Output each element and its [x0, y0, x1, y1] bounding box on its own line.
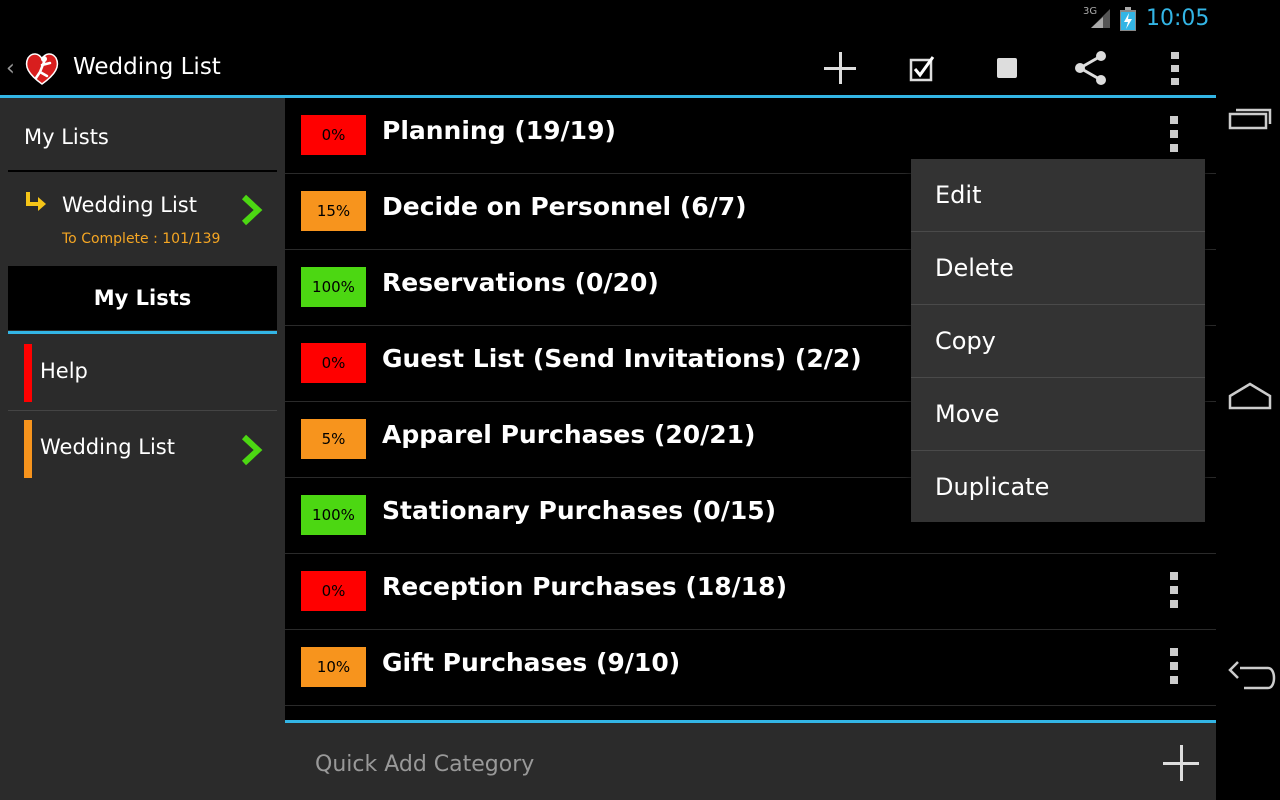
network-signal-icon: 3G [1083, 6, 1111, 30]
sidebar-item-label: Help [40, 359, 88, 383]
category-title: Reception Purchases (18/18) [382, 572, 787, 601]
menu-item-edit[interactable]: Edit [911, 159, 1205, 232]
sidebar-header: My Lists [24, 125, 109, 149]
menu-item-duplicate[interactable]: Duplicate [911, 451, 1205, 524]
check-all-button[interactable] [901, 46, 945, 90]
uncheck-all-button[interactable] [985, 46, 1029, 90]
progress-badge: 0% [301, 115, 366, 155]
tab-indicator [8, 331, 277, 334]
recent-apps-icon[interactable] [1224, 96, 1276, 144]
tab-label: My Lists [93, 286, 192, 310]
overflow-menu-button[interactable] [1153, 46, 1197, 90]
category-title: Planning (19/19) [382, 116, 616, 145]
progress-badge: 5% [301, 419, 366, 459]
current-list-progress: To Complete : 101/139 [62, 231, 221, 247]
system-nav-bar [1216, 0, 1280, 800]
menu-item-copy[interactable]: Copy [911, 305, 1205, 378]
quick-add-plus-icon[interactable] [1161, 743, 1201, 783]
progress-badge: 10% [301, 647, 366, 687]
status-bar: 3G 10:05 [0, 0, 1216, 38]
quick-add-category-input[interactable] [315, 747, 915, 781]
share-icon [1075, 51, 1106, 85]
row-overflow-button[interactable] [1165, 648, 1183, 684]
menu-item-label: Duplicate [935, 473, 1050, 501]
color-stripe [24, 344, 32, 402]
progress-badge: 15% [301, 191, 366, 231]
plus-icon [824, 52, 856, 84]
back-icon[interactable] [1224, 652, 1276, 700]
sidebar-item-label: Wedding List [40, 435, 175, 459]
progress-badge: 0% [301, 343, 366, 383]
row-context-menu: Edit Delete Copy Move Duplicate [911, 159, 1205, 522]
lists-sidebar: My Lists Wedding List To Complete : 101/… [0, 98, 285, 800]
menu-item-delete[interactable]: Delete [911, 232, 1205, 305]
category-row[interactable]: 10% Gift Purchases (9/10) [285, 630, 1216, 706]
app-logo-icon[interactable] [22, 48, 62, 88]
category-row[interactable]: 0% Reception Purchases (18/18) [285, 554, 1216, 630]
menu-item-label: Edit [935, 181, 982, 209]
add-button[interactable] [818, 46, 862, 90]
more-vert-icon [1171, 52, 1179, 85]
progress-badge: 0% [301, 571, 366, 611]
checkbox-checked-icon [909, 56, 935, 82]
up-navigation-icon[interactable]: ‹ [6, 56, 15, 81]
quick-add-bar [285, 723, 1216, 800]
tab-my-lists[interactable]: My Lists [8, 266, 277, 334]
category-title: Gift Purchases (9/10) [382, 648, 681, 677]
category-title: Apparel Purchases (20/21) [382, 420, 756, 449]
battery-charging-icon [1120, 7, 1136, 31]
category-row[interactable] [285, 706, 1216, 720]
row-overflow-button[interactable] [1165, 116, 1183, 152]
clock: 10:05 [1146, 6, 1210, 31]
category-title: Decide on Personnel (6/7) [382, 192, 747, 221]
menu-item-move[interactable]: Move [911, 378, 1205, 451]
menu-item-label: Delete [935, 254, 1014, 282]
sidebar-item-help[interactable]: Help [8, 336, 277, 410]
subdirectory-arrow-icon [26, 192, 46, 211]
sidebar-item-wedding-list[interactable]: Wedding List [8, 412, 277, 486]
row-overflow-button[interactable] [1165, 572, 1183, 608]
current-list-name: Wedding List [62, 193, 197, 217]
progress-badge: 100% [301, 495, 366, 535]
chevron-right-icon [241, 434, 263, 466]
menu-item-label: Move [935, 400, 1000, 428]
home-icon[interactable] [1224, 374, 1276, 422]
category-title: Stationary Purchases (0/15) [382, 496, 777, 525]
current-list-item[interactable]: Wedding List To Complete : 101/139 [8, 172, 277, 266]
category-title: Reservations (0/20) [382, 268, 659, 297]
divider [8, 410, 277, 411]
page-title: Wedding List [73, 54, 221, 80]
checkbox-empty-icon [997, 58, 1017, 78]
chevron-right-icon [241, 194, 263, 226]
share-button[interactable] [1069, 46, 1113, 90]
progress-badge: 100% [301, 267, 366, 307]
menu-item-label: Copy [935, 327, 996, 355]
category-title: Guest List (Send Invitations) (2/2) [382, 344, 862, 373]
action-bar: ‹ Wedding List [0, 38, 1216, 96]
color-stripe [24, 420, 32, 478]
